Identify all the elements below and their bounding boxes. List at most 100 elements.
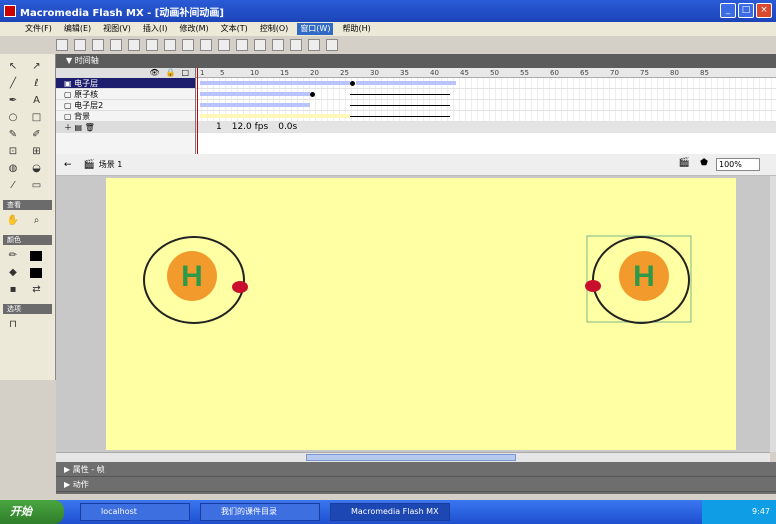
- arrow-tool-icon[interactable]: ↖: [6, 60, 20, 73]
- hand-tool-icon[interactable]: ✋: [6, 214, 20, 227]
- fill-color-icon[interactable]: ◆: [6, 266, 20, 279]
- print-icon[interactable]: [110, 39, 122, 51]
- maximize-button[interactable]: □: [738, 3, 754, 18]
- scene-icon: 🎬: [83, 159, 95, 170]
- ink-bottle-icon[interactable]: ◍: [6, 162, 20, 175]
- playhead[interactable]: [197, 68, 198, 154]
- delete-layer-icon[interactable]: 🗑: [85, 123, 95, 132]
- actions-panel-header[interactable]: ▶ 动作: [56, 477, 776, 492]
- stroke-swatch-icon[interactable]: [29, 251, 42, 261]
- outline-icon[interactable]: □: [181, 68, 189, 77]
- add-layer-icon[interactable]: ＋: [64, 122, 72, 133]
- close-button[interactable]: ×: [756, 3, 772, 18]
- oval-tool-icon[interactable]: ○: [6, 111, 20, 124]
- eyedropper-icon[interactable]: ⁄: [6, 179, 20, 192]
- text-tool-icon[interactable]: A: [30, 94, 44, 107]
- menu-help[interactable]: 帮助(H): [339, 23, 373, 35]
- paste-icon[interactable]: [182, 39, 194, 51]
- vertical-scrollbar[interactable]: [770, 176, 776, 452]
- cut-icon[interactable]: [146, 39, 158, 51]
- frame-row[interactable]: [196, 78, 776, 89]
- menu-file[interactable]: 文件(F): [22, 23, 55, 35]
- align-icon[interactable]: [326, 39, 338, 51]
- timeline-panel: ▼ 时间轴 👁 🔒 □ ▣ 电子层 ▢ 原子核 ▢ 电子层2 ▢ 背景 ＋ ▤ …: [56, 54, 776, 154]
- menu-window[interactable]: 窗口(W): [297, 23, 334, 35]
- stroke-color-icon[interactable]: ✏: [6, 249, 20, 262]
- eye-icon[interactable]: 👁: [149, 68, 159, 77]
- line-tool-icon[interactable]: ╱: [6, 77, 20, 90]
- scale-icon[interactable]: [308, 39, 320, 51]
- scroll-thumb[interactable]: [306, 454, 516, 461]
- frame-rate: 12.0 fps: [231, 122, 269, 132]
- frame-grid[interactable]: 1 5 10 15 20 25 30 35 40 45 50 55 60 65 …: [196, 68, 776, 154]
- ruler-tick: 45: [460, 69, 469, 77]
- back-arrow-icon[interactable]: ←: [64, 160, 72, 170]
- menu-insert[interactable]: 插入(I): [140, 23, 171, 35]
- ruler-tick: 25: [340, 69, 349, 77]
- print-preview-icon[interactable]: [128, 39, 140, 51]
- rotate-icon[interactable]: [290, 39, 302, 51]
- add-folder-icon[interactable]: ▤: [75, 123, 83, 132]
- subselect-tool-icon[interactable]: ↗: [30, 60, 44, 73]
- straighten-icon[interactable]: [272, 39, 284, 51]
- ruler-tick: 50: [490, 69, 499, 77]
- horizontal-scrollbar[interactable]: [56, 452, 770, 462]
- default-colors-icon[interactable]: ▪: [6, 283, 20, 296]
- tween-span: [356, 81, 456, 85]
- redo-icon[interactable]: [218, 39, 230, 51]
- properties-panel-header[interactable]: ▶ 属性 - 帧: [56, 462, 776, 477]
- start-button[interactable]: 开始: [0, 500, 64, 524]
- frame-ruler[interactable]: 1 5 10 15 20 25 30 35 40 45 50 55 60 65 …: [196, 68, 776, 78]
- taskbar-item[interactable]: localhost: [80, 503, 190, 521]
- swap-colors-icon[interactable]: ⇄: [30, 283, 44, 296]
- edit-symbol-icon[interactable]: ⬟: [700, 158, 708, 168]
- free-transform-icon[interactable]: ⊡: [6, 145, 20, 158]
- layer-row[interactable]: ▢ 原子核: [56, 89, 195, 100]
- keyframe-icon: [350, 81, 355, 86]
- layer-row[interactable]: ▣ 电子层: [56, 78, 195, 89]
- layer-row[interactable]: ▢ 背景: [56, 111, 195, 122]
- hydrogen-atom-left[interactable]: H: [143, 236, 248, 324]
- smooth-icon[interactable]: [254, 39, 266, 51]
- menu-control[interactable]: 控制(O): [257, 23, 292, 35]
- copy-icon[interactable]: [164, 39, 176, 51]
- open-file-icon[interactable]: [74, 39, 86, 51]
- colors-section-header: 颜色: [3, 235, 52, 245]
- pen-tool-icon[interactable]: ✒: [6, 94, 20, 107]
- menu-view[interactable]: 视图(V): [100, 23, 134, 35]
- timeline-header[interactable]: ▼ 时间轴: [56, 54, 776, 68]
- lasso-tool-icon[interactable]: ℓ: [30, 77, 44, 90]
- zoom-select[interactable]: 100%: [716, 158, 760, 171]
- clock: 9:47: [752, 507, 770, 516]
- eraser-icon[interactable]: ▭: [30, 179, 44, 192]
- taskbar-item[interactable]: 我们的课件目录: [200, 503, 320, 521]
- taskbar-item-active[interactable]: Macromedia Flash MX: [330, 503, 450, 521]
- paint-bucket-icon[interactable]: ◒: [30, 162, 44, 175]
- lock-icon[interactable]: 🔒: [165, 68, 175, 77]
- ruler-tick: 60: [550, 69, 559, 77]
- minimize-button[interactable]: _: [720, 3, 736, 18]
- fill-swatch-icon[interactable]: [29, 268, 42, 278]
- electron-left: [232, 281, 248, 293]
- pencil-tool-icon[interactable]: ✎: [6, 128, 20, 141]
- menu-edit[interactable]: 编辑(E): [61, 23, 94, 35]
- snap-option-icon[interactable]: ⊓: [6, 318, 20, 331]
- rectangle-tool-icon[interactable]: □: [30, 111, 44, 124]
- frame-row[interactable]: [196, 89, 776, 100]
- layer-row[interactable]: ▢ 电子层2: [56, 100, 195, 111]
- undo-icon[interactable]: [200, 39, 212, 51]
- stage[interactable]: H H: [106, 178, 736, 450]
- menu-text[interactable]: 文本(T): [218, 23, 251, 35]
- menu-modify[interactable]: 修改(M): [176, 23, 211, 35]
- edit-scene-icon[interactable]: 🎬: [679, 158, 690, 168]
- frame-row[interactable]: [196, 111, 776, 122]
- frame-row[interactable]: [196, 100, 776, 111]
- fill-transform-icon[interactable]: ⊞: [30, 145, 44, 158]
- save-icon[interactable]: [92, 39, 104, 51]
- hydrogen-atom-right[interactable]: H: [585, 235, 692, 324]
- windows-taskbar: 开始 localhost 我们的课件目录 Macromedia Flash MX…: [0, 500, 776, 524]
- new-file-icon[interactable]: [56, 39, 68, 51]
- zoom-tool-icon[interactable]: ⌕: [30, 214, 44, 227]
- snap-magnet-icon[interactable]: [236, 39, 248, 51]
- brush-tool-icon[interactable]: ✐: [30, 128, 44, 141]
